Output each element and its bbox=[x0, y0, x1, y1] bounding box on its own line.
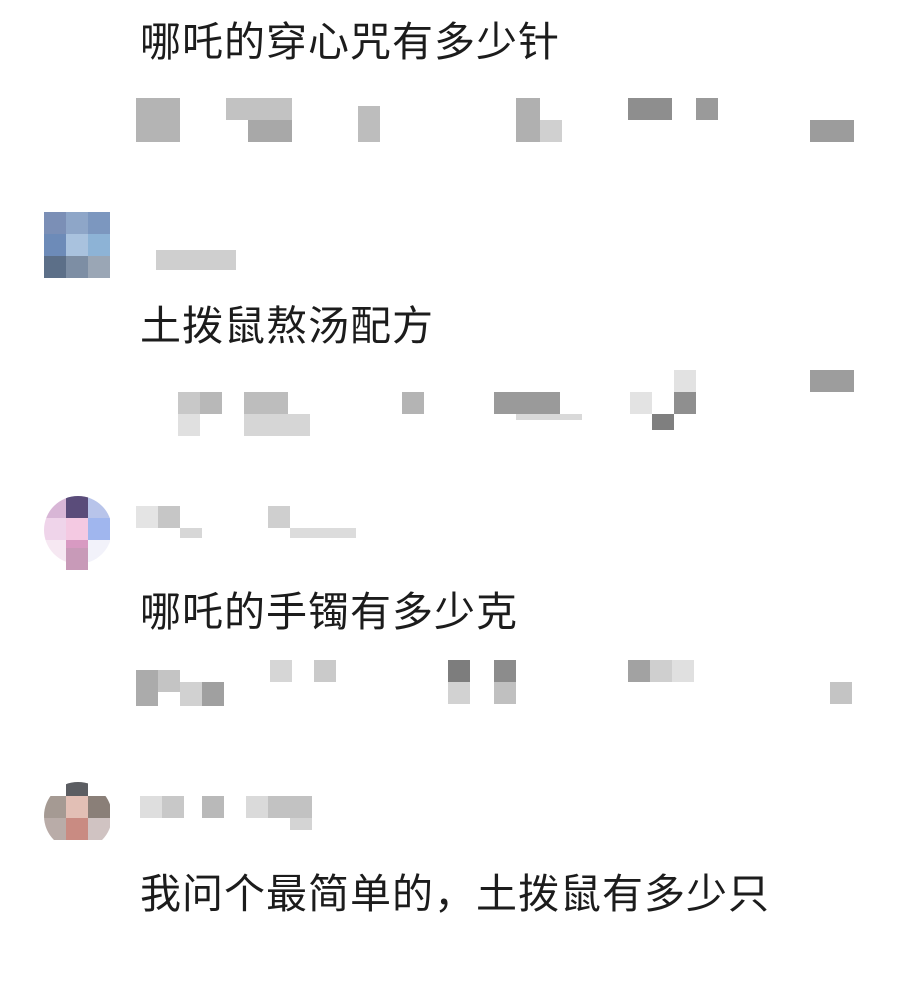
comment-text: 土拨鼠熬汤配方 bbox=[140, 302, 434, 350]
comment-meta-pixelated bbox=[130, 660, 870, 710]
comment-text: 我问个最简单的，土拨鼠有多少只 bbox=[140, 870, 770, 918]
comment-text: 哪吒的穿心咒有多少针 bbox=[140, 18, 560, 66]
comment-text: 哪吒的手镯有多少克 bbox=[140, 588, 518, 636]
username-pixelated[interactable] bbox=[140, 796, 380, 830]
avatar[interactable] bbox=[44, 212, 112, 280]
comment-meta-pixelated bbox=[130, 98, 870, 148]
avatar[interactable] bbox=[44, 782, 112, 850]
avatar-overflow-pixel bbox=[66, 548, 88, 570]
username-pixelated[interactable] bbox=[136, 506, 380, 540]
comment-meta-pixelated bbox=[130, 370, 870, 436]
username-pixelated[interactable] bbox=[140, 240, 380, 274]
